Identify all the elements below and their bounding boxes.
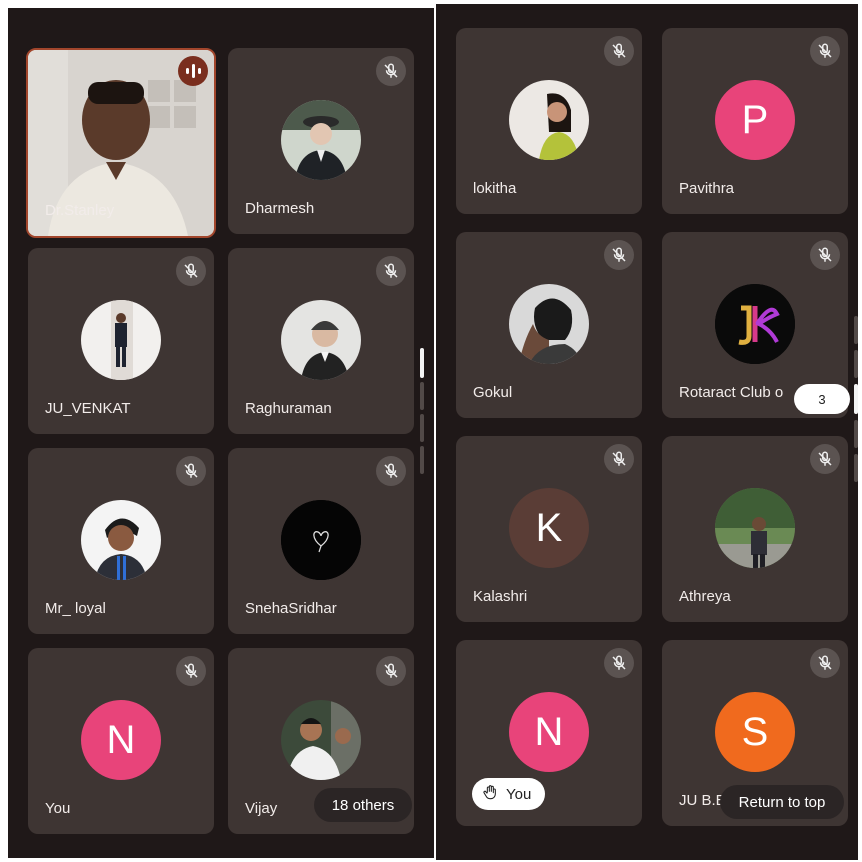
mic-off-icon [604,648,634,678]
avatar-letter: K [509,488,589,568]
club-logo [715,284,795,364]
mic-off-icon [810,648,840,678]
participant-name: JU_VENKAT [45,400,131,417]
participant-tile-ju-venkat[interactable]: JU_VENKAT [28,248,214,434]
scrollbar-segment [854,420,858,448]
participant-name: Dr.Stanley [45,202,115,219]
others-button[interactable]: 18 others [314,788,412,822]
meeting-grid-right: lokitha P Pavithra Gokul Rotaract Club o [436,4,858,860]
avatar [281,500,361,580]
participant-tile-you-hand-raised[interactable]: N You [456,640,642,826]
avatar-letter: N [509,692,589,772]
scrollbar-segment [420,414,424,442]
participant-name: Dharmesh [245,200,315,217]
avatar [81,300,161,380]
participant-name: Rotaract Club o [679,384,784,401]
participant-tile-gokul[interactable]: Gokul [456,232,642,418]
avatar-letter: N [81,700,161,780]
participant-tile-you[interactable]: N You [28,648,214,834]
participant-name: Raghuraman [245,400,332,417]
raised-hand-badge: You [472,778,546,810]
participant-name: You [506,785,532,803]
participant-name: JU B.E [679,792,726,809]
participant-tile-dr-stanley[interactable]: Dr.Stanley [26,48,216,238]
participant-tile-dharmesh[interactable]: Dharmesh [228,48,414,234]
participant-tile-sneha-sridhar[interactable]: SnehaSridhar [228,448,414,634]
mic-off-icon [604,36,634,66]
participant-tile-mr-loyal[interactable]: Mr_ loyal [28,448,214,634]
participant-name: lokitha [473,180,517,197]
participant-tile-vijay[interactable]: Vijay 18 others [228,648,414,834]
mic-off-icon [376,256,406,286]
scrollbar-thumb[interactable] [854,384,858,414]
participant-name: Mr_ loyal [45,600,106,617]
participant-name: Vijay [245,800,278,817]
page-indicator-badge: 3 [794,384,850,414]
participant-tile-lokitha[interactable]: lokitha [456,28,642,214]
scrollbar-segment [854,454,858,482]
avatar [509,284,589,364]
avatar [81,500,161,580]
scrollbar-segment [420,382,424,410]
participant-tile-pavithra[interactable]: P Pavithra [662,28,848,214]
participant-name: Pavithra [679,180,735,197]
mic-off-icon [604,444,634,474]
scrollbar-segment [854,316,858,344]
participant-tile-athreya[interactable]: Athreya [662,436,848,622]
participant-tile-kalashri[interactable]: K Kalashri [456,436,642,622]
mic-off-icon [810,444,840,474]
mic-off-icon [176,456,206,486]
scrollbar-thumb[interactable] [420,348,424,378]
participant-name: Kalashri [473,588,528,605]
mic-off-icon [176,656,206,686]
participant-name: Gokul [473,384,513,401]
mic-off-icon [376,656,406,686]
mic-off-icon [810,240,840,270]
participant-name: Athreya [679,588,731,605]
participant-name: You [45,800,71,817]
avatar [281,700,361,780]
scrollbar-segment [420,446,424,474]
avatar-letter: P [715,80,795,160]
avatar [281,100,361,180]
mic-off-icon [810,36,840,66]
participant-name: SnehaSridhar [245,600,337,617]
mic-off-icon [176,256,206,286]
audio-wave-icon [178,56,208,86]
scrollbar-segment [854,350,858,378]
avatar [715,488,795,568]
return-to-top-button[interactable]: Return to top [720,785,844,819]
raised-hand-icon [482,784,498,804]
avatar [509,80,589,160]
mic-off-icon [604,240,634,270]
meeting-grid-left: Dr.Stanley Dharmesh JU_VENKAT Raghuraman [8,8,434,858]
mic-off-icon [376,56,406,86]
avatar [281,300,361,380]
mic-off-icon [376,456,406,486]
participant-tile-raghuraman[interactable]: Raghuraman [228,248,414,434]
avatar-letter: S [715,692,795,772]
